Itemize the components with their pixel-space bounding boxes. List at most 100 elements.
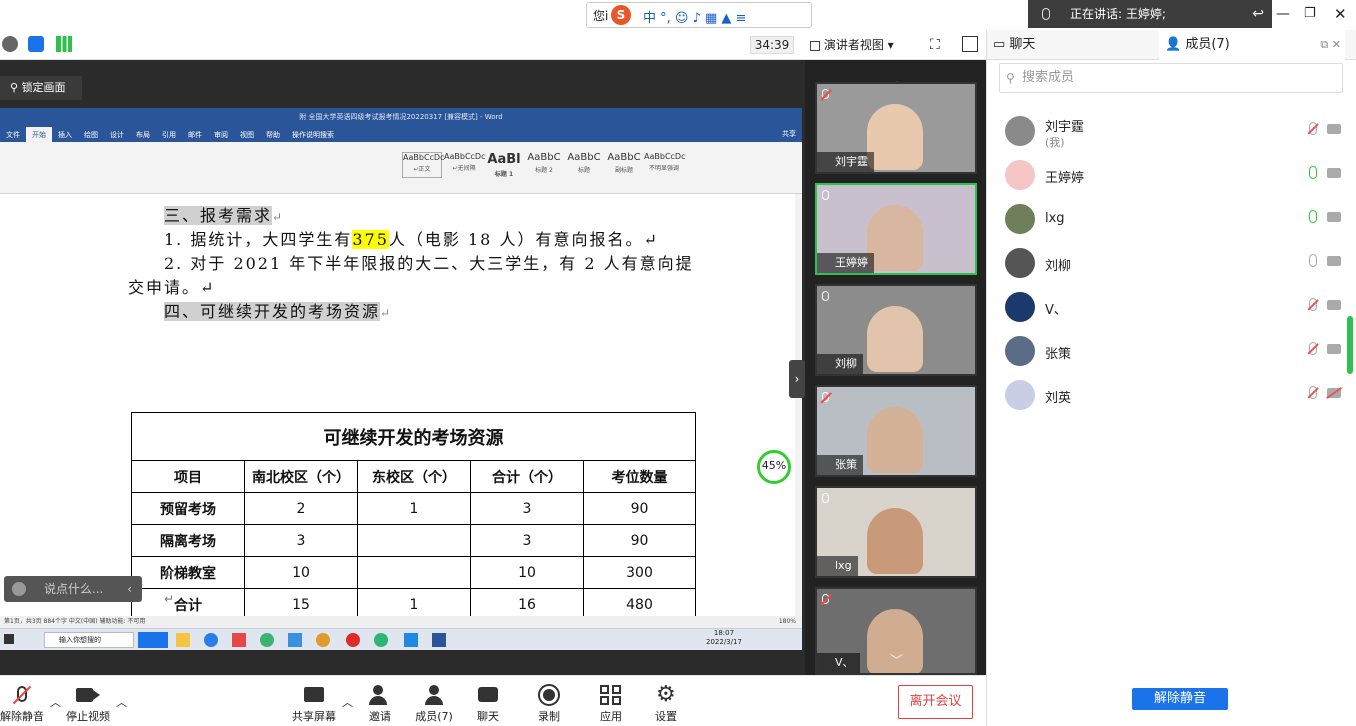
word-tab[interactable]: 插入 (52, 127, 78, 143)
settings-button[interactable]: ⚙ 设置 (636, 676, 696, 724)
camera-icon[interactable] (1327, 344, 1341, 354)
member-row[interactable]: 王婷婷 (987, 154, 1356, 198)
style-gallery-item[interactable]: AaBbCcDc ↵无间隔 (444, 152, 485, 178)
leave-meeting-button[interactable]: 离开会议 (898, 685, 973, 719)
member-row[interactable]: V、 (987, 286, 1356, 330)
members-button[interactable]: 成员(7) (404, 676, 464, 724)
collapse-videos-button[interactable]: › (789, 360, 805, 398)
mic-muted-icon[interactable] (1309, 386, 1317, 399)
camera-icon[interactable] (1327, 256, 1341, 266)
member-row[interactable]: 刘英 (987, 374, 1356, 418)
start-icon[interactable] (4, 634, 14, 644)
video-tile[interactable]: 张策 (815, 385, 977, 477)
word-tab[interactable]: 文件 (0, 127, 26, 143)
ime-toolbar[interactable]: 您i S 中 °, ☺ ♪ ▦ ▲ ≡ (586, 2, 812, 28)
style-gallery-item[interactable]: AaBbCcDc ↵正文 (402, 152, 444, 178)
word-tab[interactable]: 开始 (26, 127, 52, 143)
video-tile[interactable]: 刘宇霆 (815, 82, 977, 174)
video-tile[interactable]: 刘柳 (815, 284, 977, 376)
style-gallery-item[interactable]: AaBbC 副标题 (604, 152, 644, 178)
restore-icon[interactable]: ❐ (1304, 6, 1316, 21)
scrollbar-thumb[interactable] (1347, 316, 1353, 374)
tab-members[interactable]: 👤 成员(7) ⧉ ✕ (1159, 30, 1345, 60)
sidebar-toggle-icon[interactable] (962, 36, 978, 52)
chat-button[interactable]: 聊天 (458, 676, 518, 724)
sogou-icon[interactable]: S (611, 5, 631, 25)
tab-chat[interactable]: ▭ 聊天 (993, 30, 1035, 60)
view-mode-dropdown[interactable]: 演讲者视图 ▾ (810, 36, 914, 54)
style-gallery-item[interactable]: AaBbCcDc 不明显强调 (644, 152, 685, 178)
unmute-button[interactable]: 解除静音 (0, 676, 52, 724)
mic-muted-icon[interactable] (1309, 342, 1317, 355)
camera-off-icon[interactable] (1327, 388, 1341, 398)
app-icon[interactable] (316, 633, 330, 647)
app-icon[interactable] (288, 633, 302, 647)
member-search-input[interactable]: ⚲ 搜索成员 (999, 63, 1343, 93)
camera-icon[interactable] (1327, 300, 1341, 310)
taskbar-app-icon[interactable] (138, 632, 168, 648)
camera-icon[interactable] (1327, 212, 1341, 222)
signal-icon[interactable] (56, 36, 72, 52)
chat-quick-input[interactable]: 说点什么... ‹ (4, 576, 142, 602)
word-tab[interactable]: 布局 (130, 127, 156, 143)
word-tab[interactable]: 视图 (234, 127, 260, 143)
word-tab[interactable]: 帮助 (260, 127, 286, 143)
video-tile[interactable]: 王婷婷 (815, 183, 977, 275)
table-cell: 1 (357, 492, 471, 525)
style-gallery-item[interactable]: AaBbC 标题 (564, 152, 604, 178)
document-page[interactable]: 三、报考需求 ↵ 1. 据统计，大四学生有375人（电影 18 人）有意向报名。↵… (0, 194, 795, 628)
shield-icon[interactable] (28, 36, 44, 52)
app-icon[interactable] (260, 633, 274, 647)
chevron-left-icon[interactable]: ‹ (127, 576, 132, 602)
word-tab[interactable]: 设计 (104, 127, 130, 143)
video-tile[interactable]: lxg (815, 486, 977, 578)
scroll-down-icon[interactable]: ﹀ (890, 650, 903, 669)
camera-icon[interactable] (1327, 124, 1341, 134)
member-row[interactable]: 刘宇霆 (我) (987, 110, 1356, 154)
app-icon[interactable] (404, 633, 418, 647)
fullscreen-icon[interactable]: ⛶ (930, 37, 940, 53)
member-row[interactable]: 张策 (987, 330, 1356, 374)
member-row[interactable]: 刘柳 (987, 242, 1356, 286)
word-icon[interactable] (432, 633, 446, 647)
stop-video-button[interactable]: 停止视频 (58, 676, 118, 724)
apps-button[interactable]: 应用 (581, 676, 641, 724)
table-cell: 隔离考场 (131, 524, 245, 557)
word-tab[interactable]: 共享 (776, 126, 802, 142)
chevron-up-icon[interactable]: ︿ (116, 694, 127, 710)
camera-icon (76, 684, 100, 706)
mic-icon[interactable] (1309, 254, 1317, 267)
folder-icon[interactable] (176, 633, 190, 647)
word-tab[interactable]: 邮件 (182, 127, 208, 143)
close-icon[interactable]: ⧉ ✕ (1320, 30, 1341, 60)
emoji-icon[interactable] (12, 582, 26, 596)
taskbar-search[interactable]: 输入你想搜的 (44, 632, 134, 648)
close-icon[interactable]: ✕ (1334, 5, 1347, 23)
app-icon[interactable] (232, 633, 246, 647)
style-gallery-item[interactable]: AaBl 标题 1 (484, 152, 524, 178)
word-tab[interactable]: 引用 (156, 127, 182, 143)
mic-icon[interactable] (1309, 166, 1317, 179)
unmute-all-button[interactable]: 解除静音 (1132, 688, 1228, 710)
lock-screen-button[interactable]: ⚲ 锁定画面 (0, 76, 82, 100)
word-tab[interactable]: 审阅 (208, 127, 234, 143)
mic-icon[interactable] (1309, 210, 1317, 223)
info-icon[interactable] (2, 36, 18, 52)
word-tab[interactable]: 绘图 (78, 127, 104, 143)
minimize-icon[interactable]: — (1276, 6, 1290, 22)
style-gallery-item[interactable]: AaBbC 标题 2 (524, 152, 564, 178)
word-tab[interactable]: 操作说明搜索 (286, 127, 340, 143)
invite-button[interactable]: 邀请 (350, 676, 410, 724)
app-icon[interactable] (346, 633, 360, 647)
mic-muted-icon[interactable] (1309, 122, 1317, 135)
record-button[interactable]: 录制 (519, 676, 579, 724)
browser-icon[interactable] (204, 633, 218, 647)
share-screen-button[interactable]: 共享屏幕 (284, 676, 344, 724)
reply-icon[interactable]: ↩ (1252, 0, 1264, 28)
member-row[interactable]: lxg (987, 198, 1356, 242)
mic-muted-icon[interactable] (1309, 298, 1317, 311)
wechat-icon[interactable] (374, 633, 388, 647)
camera-icon[interactable] (1327, 168, 1341, 178)
word-zoom[interactable]: 180% (779, 616, 796, 628)
ime-lang-icon[interactable]: 中 °, ☺ ♪ ▦ ▲ ≡ (643, 7, 746, 26)
